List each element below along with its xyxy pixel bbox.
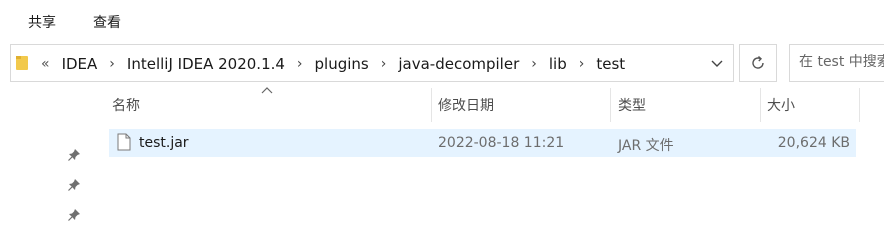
file-name[interactable]: test.jar	[139, 135, 189, 151]
breadcrumb-item-idea[interactable]: IDEA	[62, 55, 98, 73]
refresh-button[interactable]	[739, 44, 777, 82]
breadcrumb-item-test[interactable]: test	[596, 55, 625, 73]
breadcrumb-item-java-decompiler[interactable]: java-decompiler	[398, 55, 519, 73]
breadcrumb-separator[interactable]: ›	[381, 56, 387, 72]
column-divider[interactable]	[610, 88, 611, 122]
column-header-label: 类型	[618, 98, 646, 114]
file-type: JAR 文件	[618, 138, 674, 154]
address-bar[interactable]: « IDEA › IntelliJ IDEA 2020.1.4 › plugin…	[10, 44, 734, 82]
tab-share[interactable]: 共享	[28, 12, 56, 32]
file-size: 20,624 KB	[777, 135, 850, 151]
tab-view[interactable]: 查看	[93, 12, 121, 32]
column-header-name[interactable]: 名称	[109, 95, 431, 121]
sort-ascending-icon	[261, 87, 273, 94]
file-icon	[117, 133, 131, 151]
ribbon-tabs: 共享 查看	[0, 0, 884, 40]
pin-icon[interactable]	[67, 148, 81, 162]
breadcrumb: « IDEA › IntelliJ IDEA 2020.1.4 › plugin…	[41, 54, 625, 74]
breadcrumb-separator[interactable]: ›	[297, 56, 303, 72]
column-header-label: 大小	[767, 98, 795, 114]
breadcrumb-item-intellij[interactable]: IntelliJ IDEA 2020.1.4	[127, 55, 285, 73]
column-header-type[interactable]: 类型	[615, 95, 760, 121]
search-input[interactable]	[799, 54, 884, 70]
pin-icon[interactable]	[67, 208, 81, 222]
refresh-icon	[752, 55, 764, 69]
file-row[interactable]: test.jar 2022-08-18 11:21 JAR 文件 20,624 …	[109, 129, 856, 157]
search-box[interactable]	[789, 44, 884, 82]
column-header-size[interactable]: 大小	[764, 95, 859, 121]
file-modified: 2022-08-18 11:21	[438, 135, 565, 151]
column-divider[interactable]	[431, 88, 432, 122]
pin-icon[interactable]	[67, 178, 81, 192]
breadcrumb-overflow-button[interactable]: «	[41, 56, 50, 72]
breadcrumb-separator[interactable]: ›	[579, 56, 585, 72]
column-divider[interactable]	[859, 88, 860, 122]
column-header-label: 名称	[112, 98, 140, 114]
chevron-down-icon[interactable]	[709, 55, 725, 71]
column-header-modified[interactable]: 修改日期	[435, 95, 610, 121]
breadcrumb-item-plugins[interactable]: plugins	[315, 55, 369, 73]
breadcrumb-item-lib[interactable]: lib	[549, 55, 567, 73]
folder-icon	[16, 56, 28, 70]
column-header-label: 修改日期	[438, 98, 494, 114]
breadcrumb-separator[interactable]: ›	[531, 56, 537, 72]
column-divider[interactable]	[760, 88, 761, 122]
breadcrumb-separator[interactable]: ›	[109, 56, 115, 72]
